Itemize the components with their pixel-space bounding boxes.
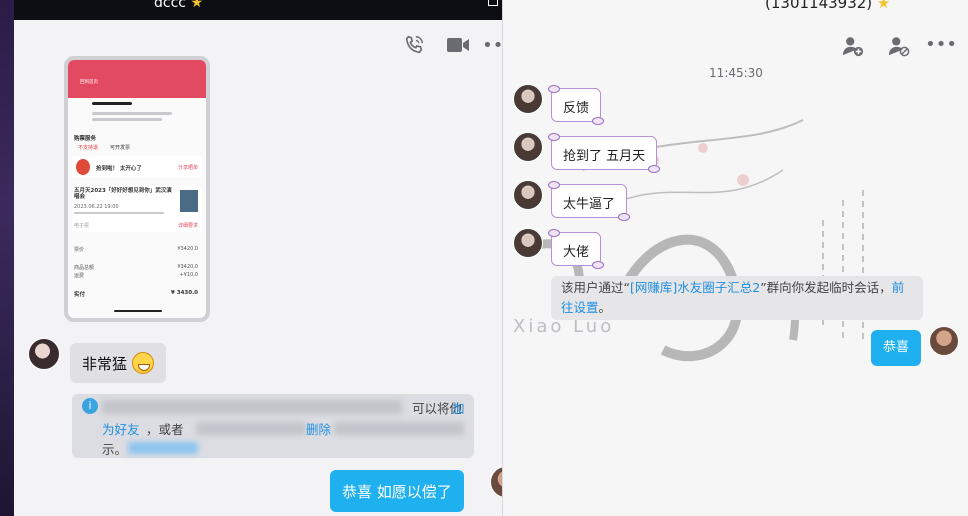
screenshot-row-label: 实付 bbox=[74, 292, 86, 298]
contact-avatar[interactable] bbox=[513, 228, 543, 258]
redacted-link bbox=[128, 442, 198, 454]
contact-avatar[interactable] bbox=[28, 338, 60, 370]
incoming-message[interactable]: 太牛逼了 bbox=[547, 181, 631, 221]
phone-icon[interactable] bbox=[402, 33, 426, 57]
screenshot-row-value: ¥3420.0 bbox=[177, 246, 198, 252]
avatar bbox=[76, 159, 90, 175]
screenshot-promo: 抢到啦！ 太开心了 分享晒单 bbox=[72, 156, 202, 178]
message-text: 恭喜 bbox=[883, 340, 910, 355]
blurred-line bbox=[74, 212, 164, 214]
notice-text: ”群向你发起临时会话， bbox=[760, 280, 892, 295]
screenshot-row-value: ¥3420.0 bbox=[177, 264, 198, 270]
incoming-message[interactable]: 大佬 bbox=[547, 229, 605, 269]
more-icon[interactable]: ••• bbox=[482, 33, 502, 57]
chevron-icon[interactable]: ⌃ bbox=[412, 0, 422, 7]
notice-text: 该用户通过“ bbox=[561, 280, 630, 295]
self-avatar[interactable] bbox=[929, 326, 959, 356]
message-timestamp: 11:45:30 bbox=[709, 66, 763, 80]
incoming-message[interactable]: 抢到了 五月天 bbox=[547, 133, 661, 173]
screenshot-tag: 分享晒单 bbox=[177, 165, 198, 171]
screenshot-section-title: 购票服务 bbox=[74, 136, 97, 142]
message-text: 抢到了 五月天 bbox=[563, 149, 646, 164]
group-link[interactable]: [网赚库]水友圈子汇总2 bbox=[630, 280, 760, 295]
screenshot-header: 回到首页 bbox=[68, 60, 206, 98]
screenshot-event-title: 五月天2023「好好好想见到你」武汉演唱会 bbox=[74, 188, 172, 200]
chat-window-right: (1301143932) ★ ••• Xiao Luo 11:45:30 反馈 … bbox=[502, 0, 968, 516]
blurred-line bbox=[92, 112, 172, 115]
redacted-text bbox=[102, 400, 402, 414]
redacted-text bbox=[196, 422, 306, 435]
message-text: 太牛逼了 bbox=[563, 197, 616, 212]
screenshot-link: 详细要求 bbox=[177, 223, 198, 229]
system-notice: i 可以将他 加 为好友 ，或者 删除 示。 bbox=[72, 394, 474, 458]
add-friend-link[interactable]: 加 bbox=[452, 398, 465, 419]
user-block-icon[interactable] bbox=[887, 34, 911, 58]
screenshot-tag: 电子票 bbox=[74, 223, 90, 229]
delete-link[interactable]: 删除 bbox=[306, 419, 331, 440]
blurred-line bbox=[92, 102, 132, 105]
outgoing-message[interactable]: 恭喜 如愿以偿了 bbox=[330, 470, 464, 512]
message-text: 非常猛 bbox=[82, 355, 128, 373]
maximize-icon[interactable] bbox=[488, 0, 498, 6]
notice-text: 。 bbox=[598, 300, 612, 315]
window-titlebar: (1301143932) ★ bbox=[503, 0, 968, 12]
screenshot-button-text: 回到首页 bbox=[80, 80, 98, 85]
blurred-line bbox=[92, 118, 162, 121]
user-add-icon[interactable] bbox=[841, 34, 865, 58]
screenshot-row-label: 运费 bbox=[74, 273, 85, 279]
screenshot-option: 不支持退 bbox=[78, 145, 99, 151]
add-friend-link[interactable]: 为好友 bbox=[102, 419, 140, 440]
redacted-text bbox=[334, 422, 464, 435]
chat-window-left: dccc ★ ⌃ ••• 回到首页 购票服务 不支持退 可开发票 抢到啦！ 太开… bbox=[14, 0, 502, 516]
notice-text: 示。 bbox=[102, 442, 128, 457]
screenshot-event-meta: 2023.06.22 19:00 bbox=[74, 204, 119, 210]
video-icon[interactable] bbox=[446, 33, 470, 57]
grin-emoji-icon bbox=[131, 352, 154, 374]
event-thumbnail bbox=[180, 190, 198, 212]
contact-name: dccc ★ bbox=[154, 0, 203, 11]
screenshot-row-label: 商品总额 bbox=[74, 265, 95, 271]
self-avatar[interactable] bbox=[490, 466, 502, 498]
outgoing-message[interactable]: 恭喜 bbox=[871, 330, 922, 366]
window-titlebar: dccc ★ ⌃ bbox=[14, 0, 502, 20]
info-icon: i bbox=[82, 398, 98, 414]
contact-avatar[interactable] bbox=[513, 132, 543, 162]
contact-avatar[interactable] bbox=[513, 84, 543, 114]
message-text: 恭喜 如愿以偿了 bbox=[342, 483, 452, 501]
message-text: 大佬 bbox=[563, 245, 590, 260]
screenshot-row-label: 票价 bbox=[74, 247, 85, 253]
incoming-message[interactable]: 反馈 bbox=[547, 85, 605, 125]
screenshot-promo-text: 抢到啦！ 太开心了 bbox=[96, 166, 142, 172]
contact-name: (1301143932) ★ bbox=[765, 0, 891, 12]
system-notice: 该用户通过“[网赚库]水友圈子汇总2”群向你发起临时会话，前往设置。 bbox=[551, 276, 923, 320]
screenshot-row-value: +¥10.0 bbox=[179, 272, 198, 278]
screenshot-event-card: 五月天2023「好好好想见到你」武汉演唱会 2023.06.22 19:00 电… bbox=[72, 186, 202, 232]
home-indicator bbox=[114, 310, 162, 312]
more-icon[interactable]: ••• bbox=[925, 32, 957, 56]
message-text: 反馈 bbox=[563, 101, 590, 116]
contact-avatar[interactable] bbox=[513, 180, 543, 210]
notice-text: ，或者 bbox=[146, 422, 184, 437]
screenshot-option: 可开发票 bbox=[110, 145, 131, 151]
shared-screenshot-image[interactable]: 回到首页 购票服务 不支持退 可开发票 抢到啦！ 太开心了 分享晒单 五月天20… bbox=[64, 56, 210, 322]
screenshot-row-value: ¥ 3430.0 bbox=[171, 290, 198, 296]
incoming-message[interactable]: 非常猛 bbox=[70, 343, 166, 383]
